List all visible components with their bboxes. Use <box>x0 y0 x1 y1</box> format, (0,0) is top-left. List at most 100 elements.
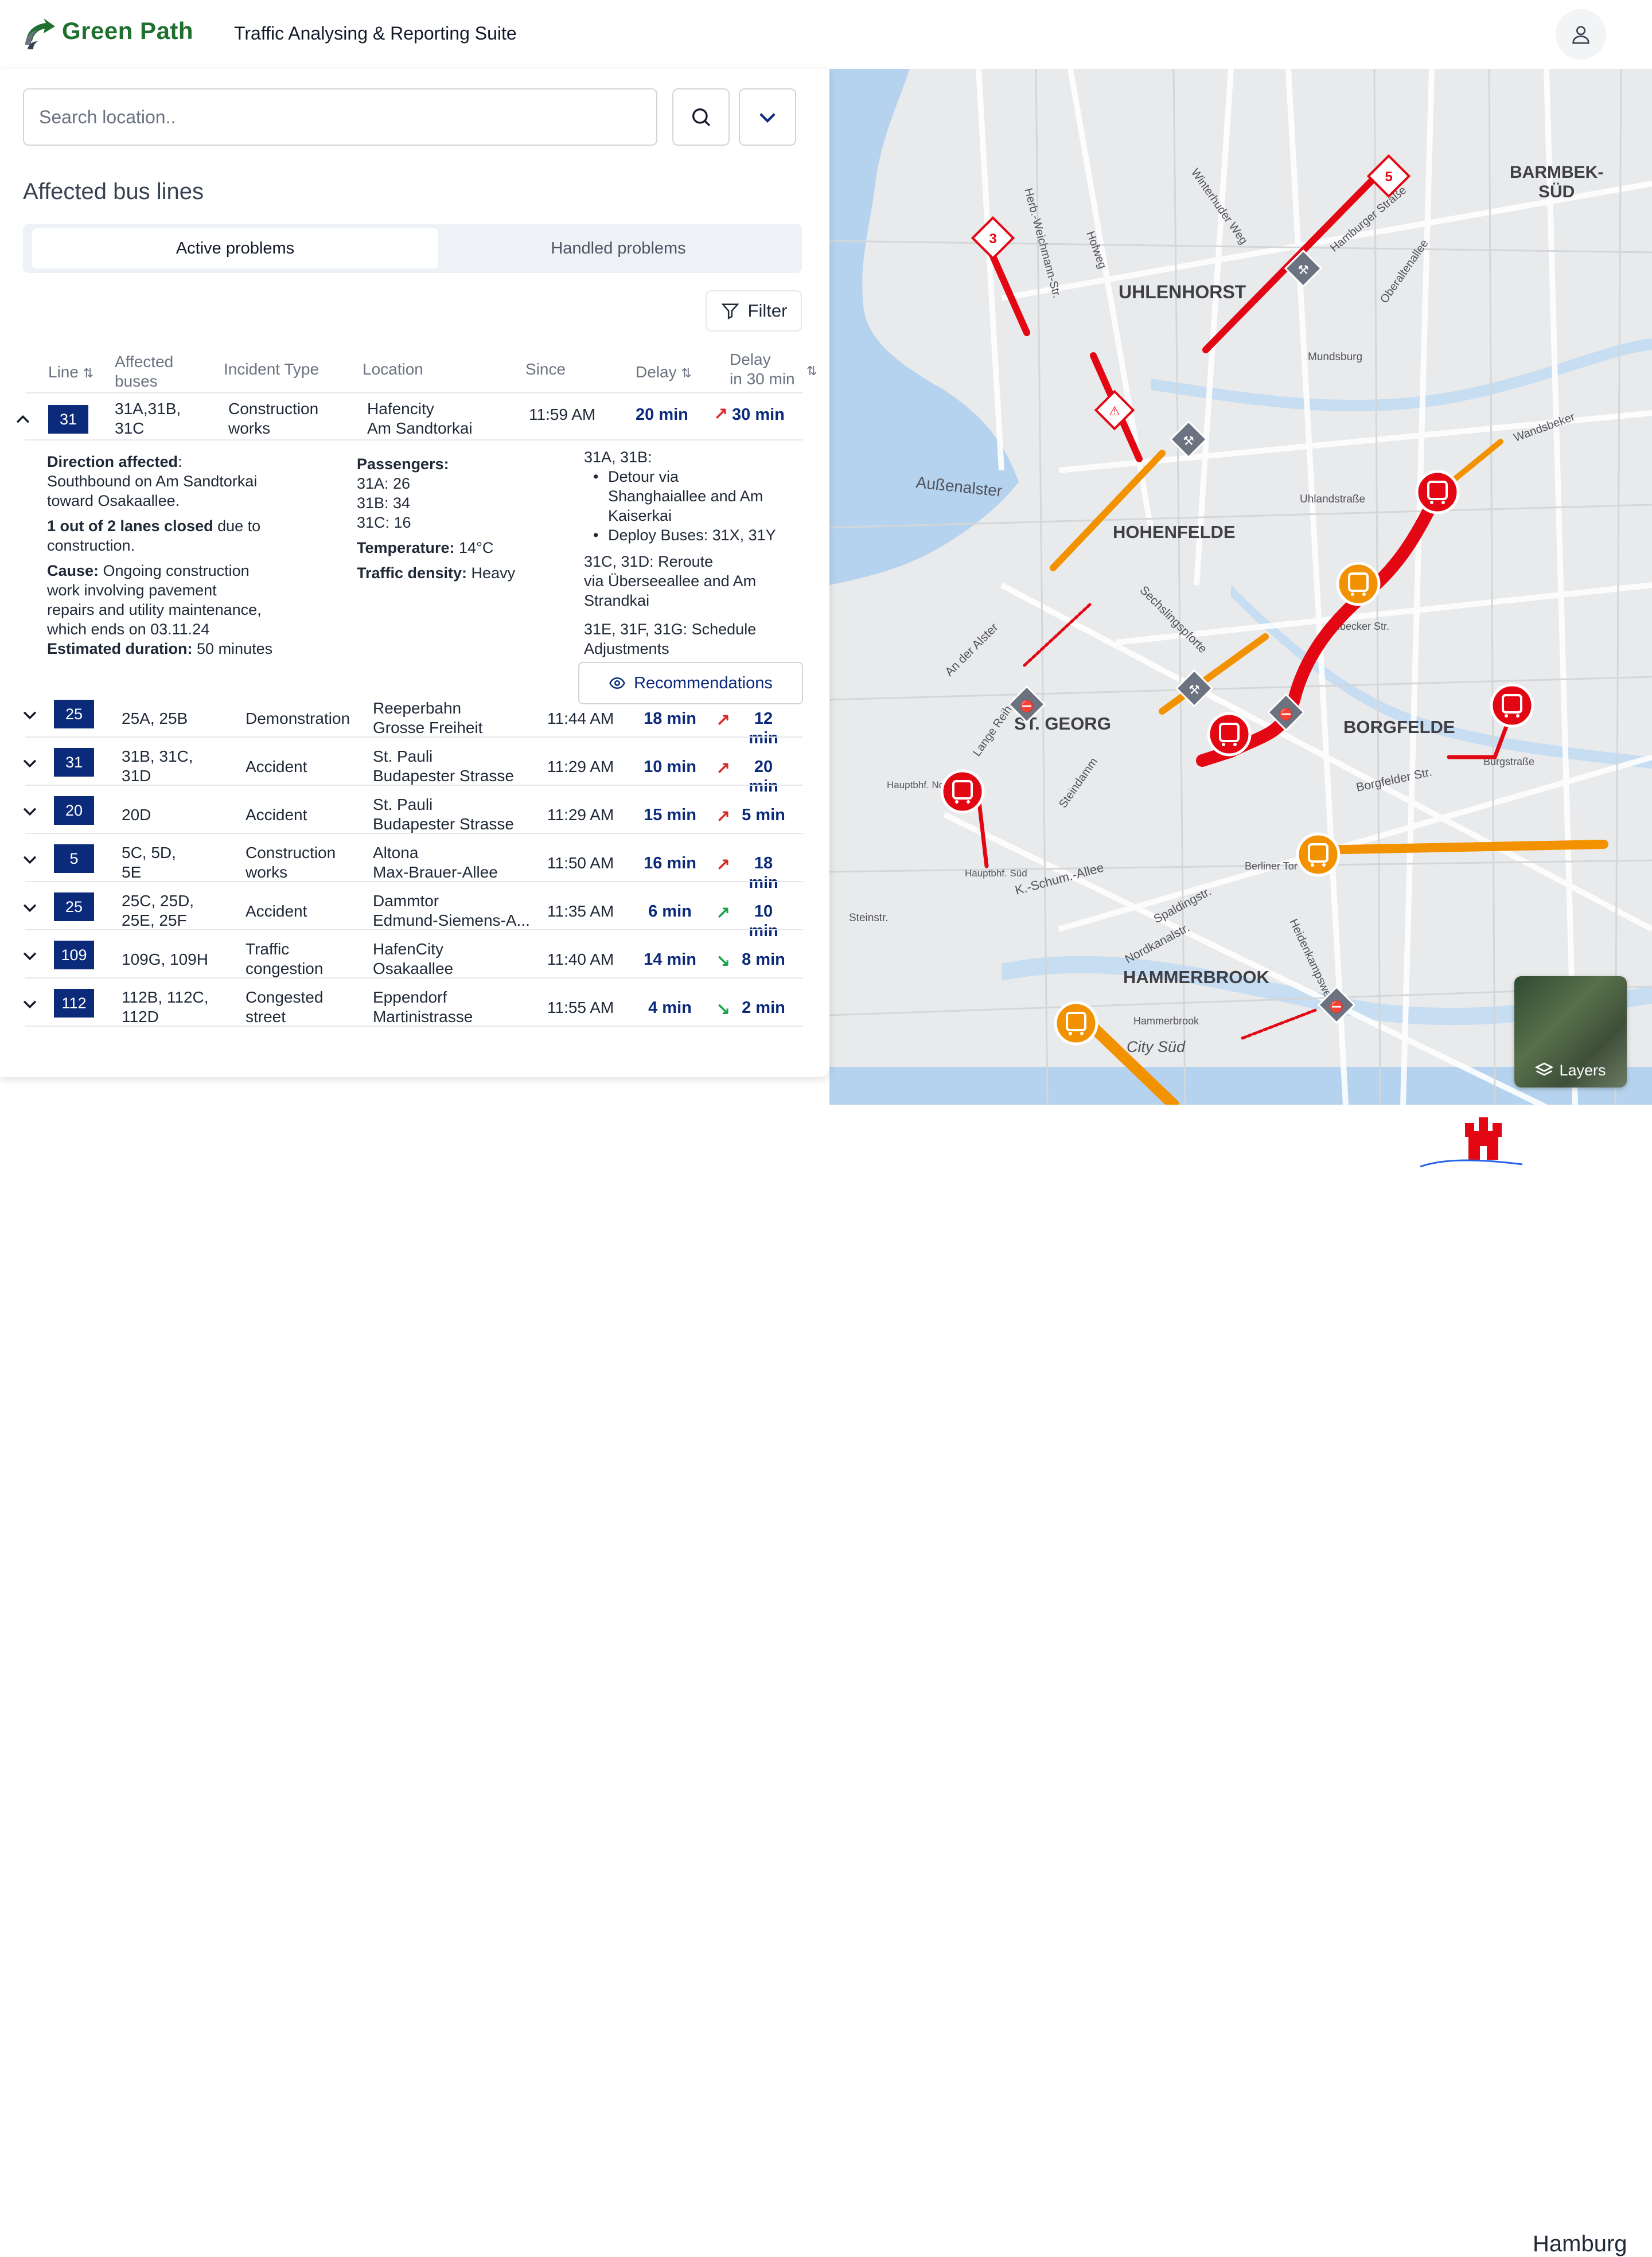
bus-marker-severe[interactable] <box>940 769 985 814</box>
bus-marker-moderate[interactable] <box>1054 1001 1098 1046</box>
expand-row-button[interactable] <box>18 800 41 823</box>
delay-30-value: 8 min <box>742 950 785 969</box>
svg-text:5: 5 <box>1385 169 1392 185</box>
affected-buses: 25C, 25D, 25E, 25F <box>122 892 194 929</box>
delay-value: 6 min <box>648 902 692 921</box>
bus-marker-moderate[interactable] <box>1336 562 1381 606</box>
problem-tabs: Active problems Handled problems <box>23 224 802 273</box>
line-badge: 31 <box>54 748 94 777</box>
map-label-uhlenhorst: UHLENHORST <box>1119 282 1246 302</box>
chevron-down-icon <box>23 952 37 961</box>
expand-row-button[interactable] <box>18 992 41 1015</box>
delay-value: 20 min <box>636 406 688 424</box>
svg-text:⛔: ⛔ <box>1020 699 1034 713</box>
since-time: 11:50 AM <box>547 854 614 872</box>
filter-icon <box>720 303 739 319</box>
incident-type: Accident <box>246 758 307 775</box>
location: Altona Max-Brauer-Allee <box>373 844 498 881</box>
map-label-uhlandstrasse: Uhlandstraße <box>1300 493 1365 505</box>
affected-buses: 25A, 25B <box>122 710 188 727</box>
trend-up-icon: ↗ <box>716 711 731 730</box>
svg-text:3: 3 <box>989 231 996 247</box>
location: Hafencity Am Sandtorkai <box>367 400 473 437</box>
incident-details: Direction affected: Southbound on Am San… <box>47 453 273 657</box>
bus-marker-severe[interactable] <box>1415 470 1460 514</box>
map-label-barmbek-sued: SÜD <box>1538 182 1575 201</box>
map-label-steinstr: Steinstr. <box>849 912 889 924</box>
since-time: 11:59 AM <box>529 406 596 423</box>
chevron-down-icon <box>23 856 37 864</box>
recommendations-button[interactable]: Recommendations <box>578 662 803 704</box>
bus-marker-severe[interactable] <box>1490 683 1534 728</box>
incident-type: Accident <box>246 806 307 824</box>
construction-marker[interactable]: ⚒ <box>1169 420 1208 459</box>
chevron-down-icon <box>23 1000 37 1009</box>
incident-type: Accident <box>246 902 307 920</box>
user-icon <box>1572 26 1589 44</box>
bus-marker-moderate[interactable] <box>1296 832 1341 877</box>
tab-handled-problems[interactable]: Handled problems <box>438 228 798 268</box>
chevron-down-icon <box>759 113 776 123</box>
line-badge: 25 <box>54 892 94 921</box>
map-label-berliner-tor: Berliner Tor <box>1245 860 1298 872</box>
delay-30-value: 5 min <box>742 806 785 824</box>
incident-type: Construction works <box>228 400 319 437</box>
trend-down-icon: ↘ <box>716 1000 731 1019</box>
column-header-delay[interactable]: Delay ⇅ <box>636 362 692 383</box>
expand-row-button[interactable] <box>18 703 41 726</box>
delay-value: 15 min <box>644 806 696 824</box>
collapse-row-button[interactable] <box>11 408 34 431</box>
map-label-an-der-alster: An der Alster <box>942 621 1000 679</box>
column-header-affected: Affected buses <box>115 353 174 390</box>
sort-icon[interactable]: ⇅ <box>806 360 817 381</box>
line-badge: 109 <box>54 941 94 969</box>
chevron-down-icon <box>23 711 37 720</box>
layers-button[interactable]: Layers <box>1514 976 1627 1087</box>
expand-row-button[interactable] <box>18 848 41 871</box>
delay-30-value: 12 min <box>749 710 778 747</box>
map-label-hammerbrook-station: Hammerbrook <box>1133 1015 1199 1027</box>
affected-lines-panel: Affected bus lines Active problems Handl… <box>0 69 829 1077</box>
delay-value: 16 min <box>644 854 696 872</box>
layers-icon <box>1535 1062 1554 1076</box>
since-time: 11:40 AM <box>547 950 614 968</box>
since-time: 11:29 AM <box>547 806 614 824</box>
incident-marker-3[interactable]: 3 <box>971 216 1015 260</box>
dropdown-toggle-button[interactable] <box>739 88 796 146</box>
expand-row-button[interactable] <box>18 896 41 919</box>
affected-buses: 5C, 5D, 5E <box>122 844 176 881</box>
column-header-delay-30[interactable]: Delay in 30 min <box>730 350 795 389</box>
passenger-details: Passengers: 31A: 26 31B: 34 31C: 16 Temp… <box>357 455 516 582</box>
incident-type: Congested street <box>246 988 324 1026</box>
expand-row-button[interactable] <box>18 751 41 774</box>
delay-30-value: 2 min <box>742 999 785 1017</box>
city-map[interactable]: BARMBEK- SÜD UHLENHORST HOHENFELDE ST. G… <box>829 69 1652 1105</box>
filter-button[interactable]: Filter <box>706 290 802 332</box>
trend-up-icon: ↗ <box>716 759 731 778</box>
hamburg-castle-icon <box>1420 1117 1523 1168</box>
trend-down-icon: ↘ <box>716 952 731 971</box>
search-location-input[interactable] <box>23 88 657 146</box>
map-label-hammerbrook: HAMMERBROOK <box>1123 967 1269 987</box>
since-time: 11:55 AM <box>547 999 614 1016</box>
sort-icon: ⇅ <box>681 366 692 380</box>
expand-row-button[interactable] <box>18 944 41 967</box>
incident-type: Traffic congestion <box>246 940 324 977</box>
search-button[interactable] <box>672 88 730 146</box>
chevron-down-icon <box>23 808 37 816</box>
trend-up-icon: ↗ <box>716 904 731 923</box>
line-badge: 112 <box>54 989 94 1018</box>
bus-marker-severe[interactable] <box>1207 712 1252 757</box>
line-badge: 20 <box>54 796 94 825</box>
user-profile-button[interactable] <box>1556 9 1606 60</box>
layers-label: Layers <box>1559 1061 1606 1079</box>
line-badge: 25 <box>54 700 94 728</box>
location: St. Pauli Budapester Strasse <box>373 796 514 833</box>
svg-text:⛔: ⛔ <box>1279 707 1293 721</box>
map-label-steindamm: Steindamm <box>1057 755 1100 810</box>
construction-marker[interactable]: ⚒ <box>1284 249 1323 288</box>
column-header-incident-type: Incident Type <box>224 360 320 378</box>
column-header-line[interactable]: Line ⇅ <box>48 362 93 383</box>
tab-active-problems[interactable]: Active problems <box>32 228 438 268</box>
green-path-logo-icon <box>25 18 55 49</box>
